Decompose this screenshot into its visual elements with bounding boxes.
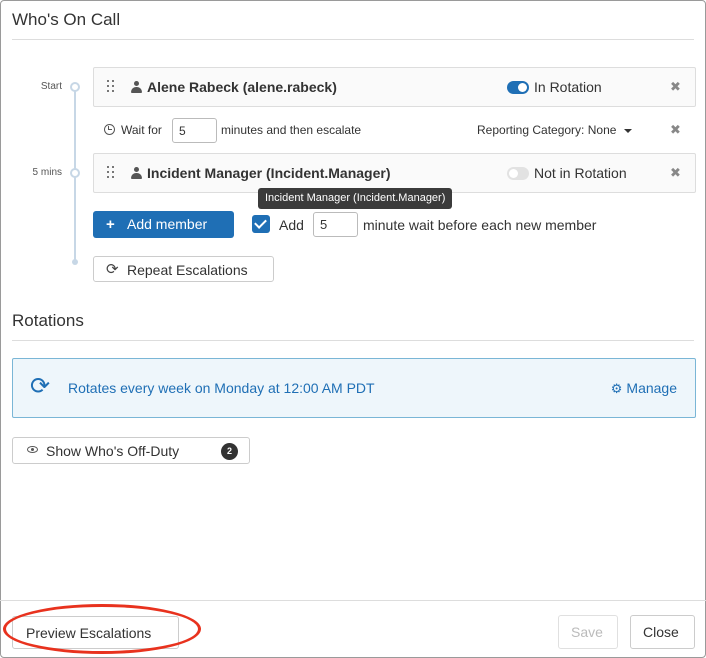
user-icon — [131, 167, 142, 179]
wait-minutes-input[interactable] — [172, 118, 217, 143]
clock-icon — [104, 124, 115, 135]
rotation-schedule-text: Rotates every week on Monday at 12:00 AM… — [68, 380, 375, 396]
chevron-down-icon — [624, 128, 633, 133]
plus-icon: + — [106, 216, 115, 233]
member-row: Incident Manager (Incident.Manager) Not … — [93, 153, 696, 193]
add-wait-checkbox[interactable] — [252, 215, 270, 233]
rotations-title: Rotations — [12, 311, 84, 330]
add-wait-prefix: Add — [279, 217, 304, 233]
refresh-icon: ⟳ — [106, 261, 119, 278]
rotation-toggle[interactable] — [507, 167, 529, 180]
add-wait-suffix: minute wait before each new member — [363, 217, 597, 233]
member-name: Incident Manager (Incident.Manager) — [147, 165, 391, 181]
whos-on-call-title: Who's On Call — [12, 10, 121, 29]
rotation-status-label: Not in Rotation — [534, 165, 627, 181]
section-divider — [12, 340, 694, 341]
wait-prefix: Wait for — [121, 123, 162, 137]
timeline-step-dot — [70, 168, 80, 178]
user-icon — [131, 81, 142, 93]
member-name-tooltip: Incident Manager (Incident.Manager) — [258, 188, 453, 209]
rotation-schedule-panel: ⟳ Rotates every week on Monday at 12:00 … — [12, 358, 696, 418]
manage-label: Manage — [626, 380, 677, 396]
off-duty-count-badge: 2 — [221, 443, 238, 460]
add-wait-minutes-input[interactable] — [313, 212, 358, 237]
drag-handle-icon[interactable] — [107, 80, 115, 94]
remove-member-icon[interactable]: ✖ — [670, 79, 681, 95]
member-name: Alene Rabeck (alene.rabeck) — [147, 79, 337, 95]
timeline-end-dot — [72, 259, 78, 265]
timeline-start-dot — [70, 82, 80, 92]
sync-icon: ⟳ — [30, 373, 51, 400]
save-button[interactable]: Save — [558, 615, 618, 649]
member-row: Alene Rabeck (alene.rabeck) In Rotation … — [93, 67, 696, 107]
close-label: Close — [643, 624, 679, 640]
add-member-label: Add member — [127, 216, 208, 232]
reporting-category-dropdown[interactable]: Reporting Category: None — [477, 123, 633, 137]
repeat-escalations-button[interactable]: ⟳ Repeat Escalations — [93, 256, 274, 282]
rotation-status-label: In Rotation — [534, 79, 602, 95]
remove-wait-icon[interactable]: ✖ — [670, 122, 681, 138]
manage-rotation-link[interactable]: ⚙ Manage — [611, 380, 677, 397]
rotation-toggle[interactable] — [507, 81, 529, 94]
repeat-escalations-label: Repeat Escalations — [127, 262, 248, 278]
save-label: Save — [571, 624, 603, 640]
reporting-category-label: Reporting Category: None — [477, 123, 617, 137]
section-divider — [12, 39, 694, 40]
add-member-button[interactable]: + Add member — [93, 211, 234, 238]
remove-member-icon[interactable]: ✖ — [670, 165, 681, 181]
footer-divider — [0, 600, 706, 601]
show-off-duty-button[interactable]: Show Who's Off-Duty 2 — [12, 437, 250, 464]
preview-escalations-label: Preview Escalations — [26, 625, 152, 641]
preview-escalations-button[interactable]: Preview Escalations — [12, 616, 179, 649]
eye-icon — [27, 446, 38, 453]
gear-icon: ⚙ — [610, 381, 623, 396]
drag-handle-icon[interactable] — [107, 166, 115, 180]
close-button[interactable]: Close — [630, 615, 695, 649]
timeline-start-label: Start — [40, 81, 62, 92]
show-off-duty-label: Show Who's Off-Duty — [46, 443, 180, 459]
timeline-step-label: 5 mins — [32, 167, 62, 178]
wait-suffix: minutes and then escalate — [221, 123, 362, 137]
